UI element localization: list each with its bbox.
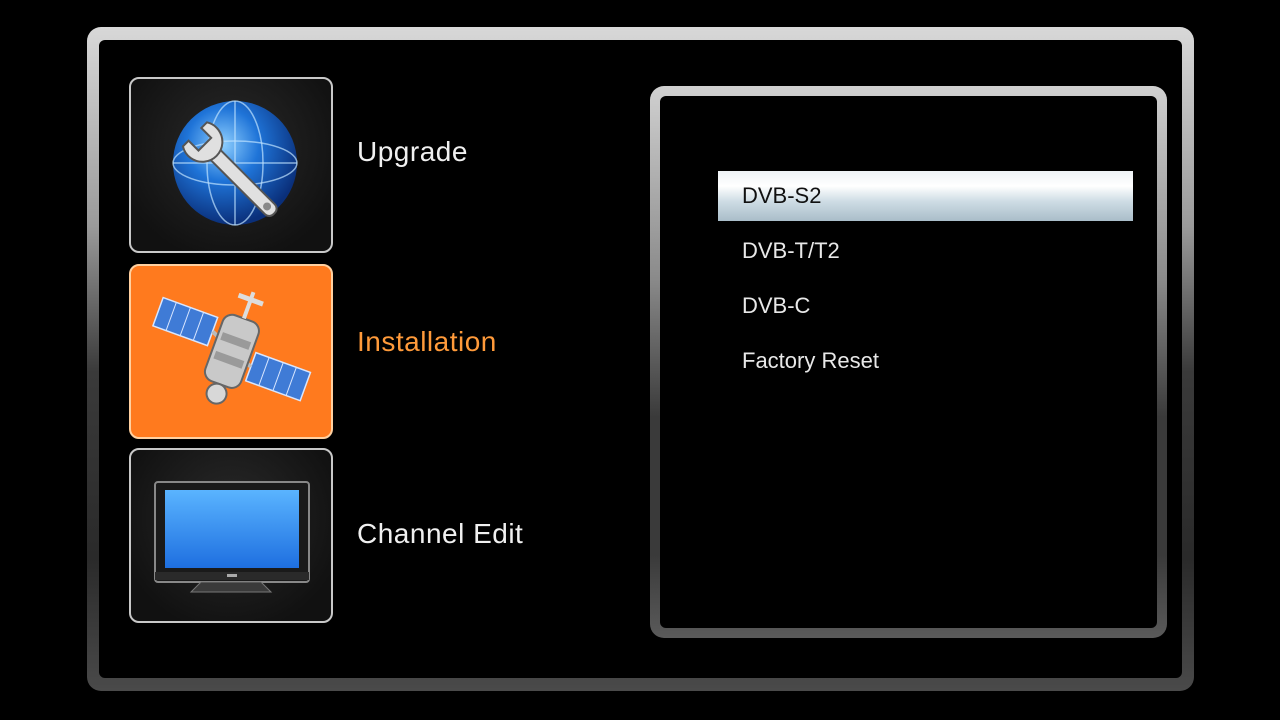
menu-screen: Upgrade Installation Channel Edit DVB-S2… (0, 0, 1280, 720)
submenu-item-label: DVB-T/T2 (742, 238, 840, 263)
menu-item-installation[interactable] (129, 264, 333, 439)
menu-label-installation[interactable]: Installation (357, 326, 497, 358)
menu-item-channel-edit[interactable] (129, 448, 333, 623)
submenu-item-factory-reset[interactable]: Factory Reset (718, 336, 1133, 386)
submenu-item-dvb-t-t2[interactable]: DVB-T/T2 (718, 226, 1133, 276)
menu-item-upgrade[interactable] (129, 77, 333, 253)
satellite-icon (151, 291, 312, 405)
submenu-item-dvb-s2[interactable]: DVB-S2 (718, 171, 1133, 221)
submenu-item-label: DVB-S2 (742, 183, 822, 208)
submenu-item-label: DVB-C (742, 293, 811, 318)
tv-icon (154, 481, 310, 593)
submenu-item-dvb-c[interactable]: DVB-C (718, 281, 1133, 331)
menu-label-channel-edit[interactable]: Channel Edit (357, 518, 523, 550)
submenu-item-label: Factory Reset (742, 348, 879, 373)
submenu-list: DVB-S2 DVB-T/T2 DVB-C Factory Reset (718, 171, 1133, 391)
globe-wrench-icon (172, 100, 298, 226)
menu-label-upgrade[interactable]: Upgrade (357, 136, 468, 168)
